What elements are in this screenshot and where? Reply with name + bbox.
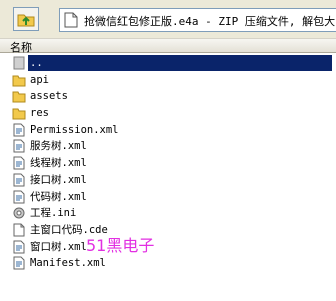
xml-file-icon: [12, 240, 26, 254]
file-name: 线程树.xml: [30, 157, 87, 170]
document-icon: [64, 12, 78, 28]
name-column-header[interactable]: 名称: [10, 39, 32, 55]
file-icon: [12, 223, 26, 237]
file-row[interactable]: 接口树.xml: [0, 172, 336, 189]
toolbar: 抢微信红包修正版.e4a - ZIP 压缩文件, 解包大: [0, 0, 336, 38]
file-row[interactable]: api: [0, 72, 336, 89]
file-name: api: [30, 73, 49, 86]
parent-folder-icon: [12, 56, 26, 70]
file-list: .. api assets res Permission.xml 服务树.xml 线程树.x…: [0, 55, 336, 272]
xml-file-icon: [12, 156, 26, 170]
ini-file-icon: [12, 206, 26, 220]
folder-up-icon: [17, 14, 35, 27]
file-row[interactable]: 服务树.xml: [0, 138, 336, 155]
up-folder-button[interactable]: [13, 7, 39, 31]
file-name: 接口树.xml: [30, 173, 87, 186]
folder-icon: [12, 106, 26, 120]
file-name: Permission.xml: [30, 123, 119, 136]
file-row[interactable]: res: [0, 105, 336, 122]
file-name: Manifest.xml: [30, 257, 106, 270]
file-name: 窗口树.xml: [30, 240, 87, 253]
file-name: 代码树.xml: [30, 190, 87, 203]
xml-file-icon: [12, 173, 26, 187]
file-row[interactable]: Manifest.xml: [0, 255, 336, 272]
file-row[interactable]: 代码树.xml: [0, 189, 336, 206]
xml-file-icon: [12, 139, 26, 153]
address-path: 抢微信红包修正版.e4a - ZIP 压缩文件, 解包大: [84, 15, 336, 28]
file-name: ..: [28, 55, 332, 71]
file-name: res: [30, 107, 49, 120]
file-row[interactable]: 窗口树.xml: [0, 239, 336, 256]
file-name: 工程.ini: [30, 207, 77, 220]
folder-icon: [12, 73, 26, 87]
file-row[interactable]: Permission.xml: [0, 122, 336, 139]
address-bar[interactable]: 抢微信红包修正版.e4a - ZIP 压缩文件, 解包大: [59, 8, 336, 32]
folder-icon: [12, 89, 26, 103]
file-name: 服务树.xml: [30, 140, 87, 153]
file-row[interactable]: 主窗口代码.cde: [0, 222, 336, 239]
file-row[interactable]: 线程树.xml: [0, 155, 336, 172]
xml-file-icon: [12, 190, 26, 204]
xml-file-icon: [12, 256, 26, 270]
watermark: 51黑电子: [86, 236, 155, 255]
column-header[interactable]: 名称: [0, 38, 336, 55]
file-row[interactable]: ..: [0, 55, 336, 72]
file-row[interactable]: assets: [0, 88, 336, 105]
file-name: assets: [30, 90, 68, 103]
xml-file-icon: [12, 123, 26, 137]
file-row[interactable]: 工程.ini: [0, 205, 336, 222]
